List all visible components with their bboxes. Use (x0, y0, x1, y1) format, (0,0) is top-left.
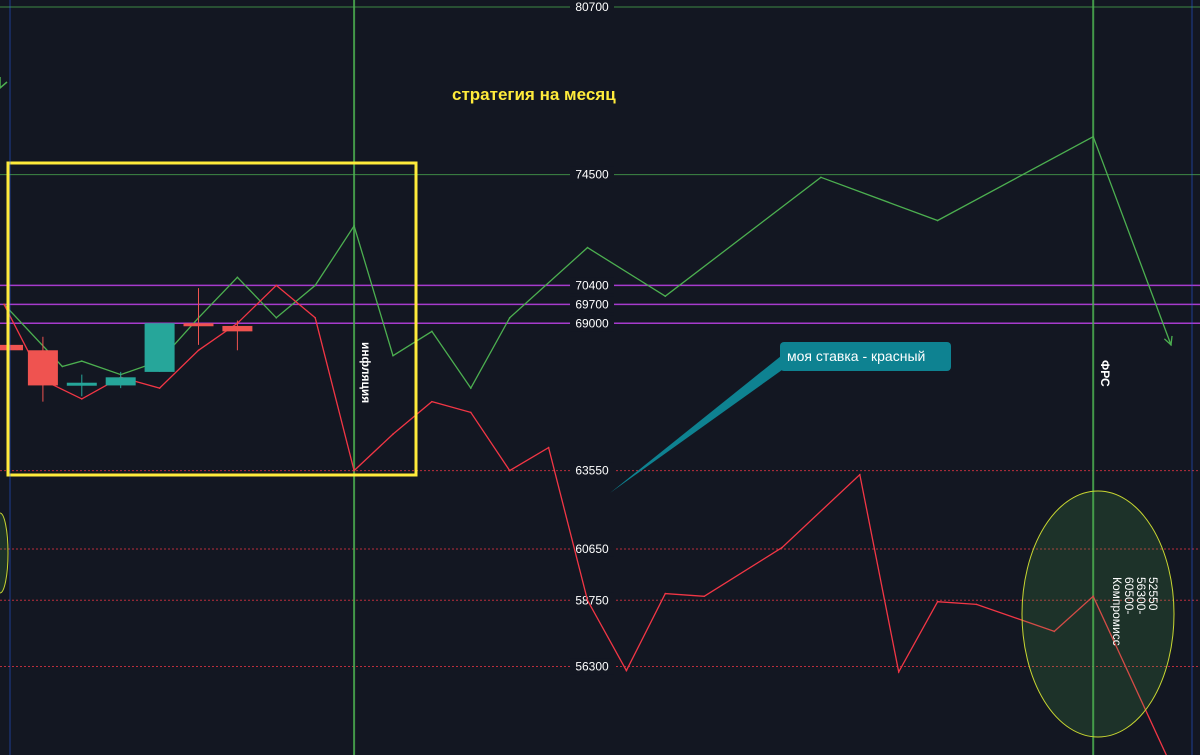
series-point-red-14 (547, 446, 550, 449)
series-point-green-14 (586, 246, 589, 249)
candle-body-1 (27, 350, 58, 386)
chart-title: стратегия на месяц (452, 85, 616, 104)
series-point-green-18 (1092, 135, 1094, 138)
series-point-green-7 (275, 317, 278, 319)
series-line-red (3, 284, 1168, 755)
series-point-red-21 (897, 671, 900, 673)
level-label-6: 60650 (575, 542, 609, 556)
candle-body-0 (0, 344, 23, 351)
series-point-red-11 (431, 400, 433, 403)
series-point-green-1 (61, 365, 64, 368)
series-point-green-6 (236, 276, 239, 279)
candle-body-4 (144, 323, 175, 372)
series-point-green-2 (81, 360, 83, 362)
series-point-red-20 (859, 473, 861, 476)
oval-label-line-2: 60500- (1122, 577, 1136, 614)
level-label-5: 63550 (575, 464, 609, 478)
series-point-red-7 (275, 284, 278, 287)
event-label-1: ФРС (1098, 360, 1112, 387)
level-label-1: 74500 (575, 168, 609, 182)
series-point-red-5 (197, 349, 200, 352)
series-point-red-9 (353, 469, 355, 472)
callout-pointer (610, 352, 786, 493)
oval-label-line-4: 52550 (1146, 577, 1160, 611)
event-label-0: инфляция (359, 342, 373, 403)
series-point-red-22 (936, 600, 939, 603)
series-point-red-8 (314, 317, 317, 319)
series-point-red-16 (625, 669, 628, 672)
series-point-green-10 (392, 354, 394, 357)
candle-body-5 (183, 323, 214, 327)
series-point-red-15 (586, 599, 589, 602)
candle-body-3 (105, 377, 136, 386)
series-point-green-8 (314, 284, 317, 287)
series-point-red-12 (470, 411, 472, 414)
level-label-2: 70400 (575, 278, 609, 292)
event-label-text-0: инфляция (359, 342, 373, 403)
level-label-7: 58750 (575, 593, 609, 607)
level-label-8: 56300 (575, 660, 609, 674)
series-point-red-19 (781, 546, 783, 549)
level-label-3: 69700 (575, 297, 609, 311)
series-point-red-17 (664, 592, 667, 595)
event-label-text-1: ФРС (1098, 360, 1112, 387)
series-point-green-15 (664, 295, 667, 298)
compromise-oval (1021, 490, 1175, 738)
series-point-red-4 (158, 387, 161, 389)
series-point-green-16 (820, 176, 822, 179)
candle-body-2 (66, 382, 97, 386)
series-point-green-11 (431, 330, 433, 333)
series-point-green-12 (470, 387, 472, 389)
oval-label-line-3: 56300- (1134, 577, 1148, 614)
chart-stage: 80700 74500 70400 69700 69000 63550 60650 58750… (0, 0, 1200, 755)
chart-canvas: 80700 74500 70400 69700 69000 63550 60650 58750… (0, 0, 1200, 755)
series-point-red-23 (975, 603, 978, 606)
series-point-green-17 (936, 219, 939, 222)
series-point-green-9 (353, 225, 355, 227)
callout-text: моя ставка - красный (787, 348, 925, 364)
level-label-0: 80700 (575, 0, 609, 14)
series-point-red-18 (703, 595, 705, 598)
series-point-red-13 (508, 469, 511, 472)
oval-label-line-1: Компромисс (1110, 577, 1124, 646)
series-point-red-0 (3, 303, 5, 306)
edge-arrow-left (0, 77, 8, 89)
level-label-4: 69000 (575, 316, 609, 330)
candle-body-6 (222, 325, 253, 332)
partial-oval-left (0, 512, 9, 594)
series-point-red-10 (392, 433, 394, 435)
series-point-red-2 (81, 398, 83, 400)
series-point-green-13 (508, 317, 511, 319)
